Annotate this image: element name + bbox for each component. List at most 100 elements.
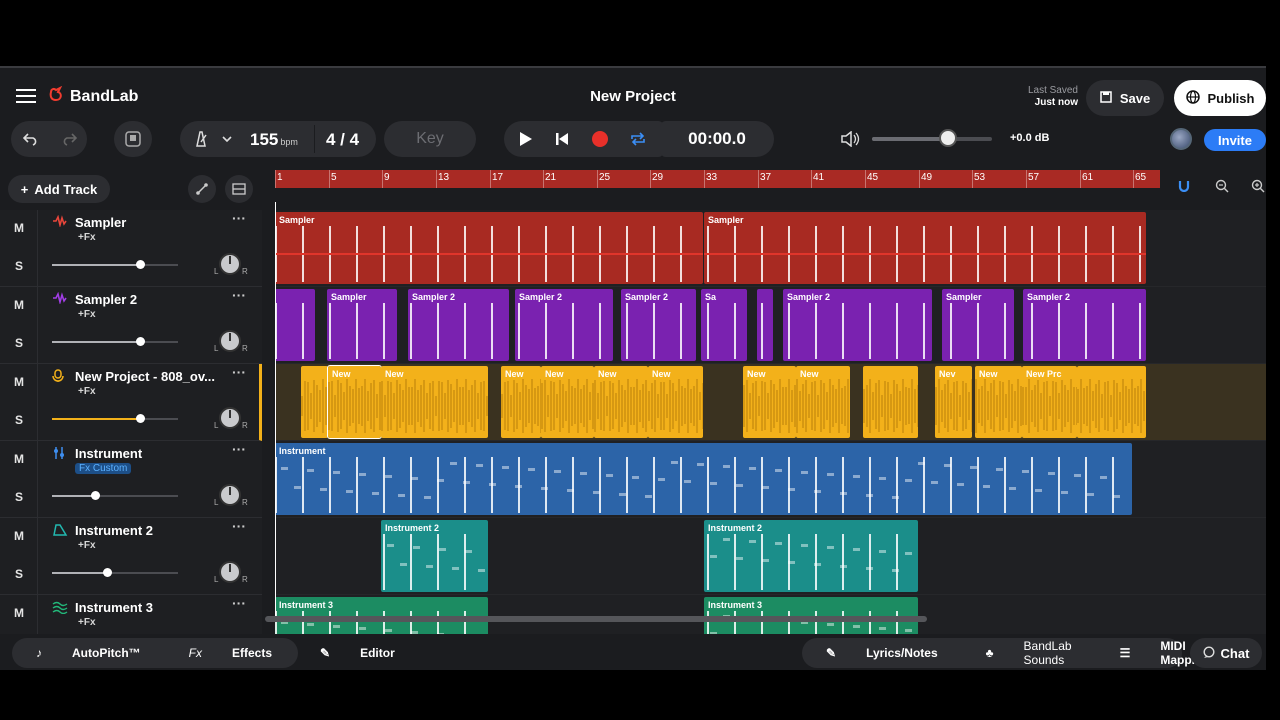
editor-button[interactable]: ✎ Editor xyxy=(296,646,419,660)
clip[interactable]: Sa xyxy=(701,289,747,361)
clip[interactable]: Instrument xyxy=(275,443,1132,515)
clip[interactable]: New xyxy=(541,366,594,438)
autopitch-button[interactable]: ♪ AutoPitch™ xyxy=(12,646,165,660)
track-header[interactable]: M S Instrument 2 +Fx ··· L R xyxy=(0,518,262,595)
pan-knob[interactable] xyxy=(219,407,241,429)
more-options-icon[interactable]: ··· xyxy=(232,441,246,457)
time-signature[interactable]: 4 / 4 xyxy=(326,130,359,150)
mute-button[interactable]: M xyxy=(0,221,38,235)
clip[interactable]: New xyxy=(648,366,703,438)
save-button[interactable]: Save xyxy=(1086,80,1164,116)
publish-button[interactable]: Publish xyxy=(1174,80,1266,116)
clip[interactable]: Sampler 2 xyxy=(408,289,509,361)
mute-button[interactable]: M xyxy=(0,606,38,620)
clip[interactable]: Sampler 2 xyxy=(1023,289,1146,361)
clip[interactable] xyxy=(757,289,773,361)
chevron-down-icon[interactable] xyxy=(218,130,236,148)
undo-icon[interactable] xyxy=(18,126,44,152)
more-options-icon[interactable]: ··· xyxy=(232,364,246,380)
track-settings-icon[interactable] xyxy=(225,175,253,203)
chat-button[interactable]: Chat xyxy=(1190,638,1262,668)
clip[interactable]: Sampler xyxy=(704,212,1146,284)
skip-back-icon[interactable] xyxy=(550,128,574,150)
pan-knob[interactable] xyxy=(219,330,241,352)
track-fx-button[interactable]: +Fx xyxy=(78,309,96,320)
track-fx-button[interactable]: Fx Custom xyxy=(75,463,132,474)
clip[interactable] xyxy=(1077,366,1146,438)
mute-button[interactable]: M xyxy=(0,452,38,466)
track-name[interactable]: Instrument xyxy=(75,446,142,461)
mute-button[interactable]: M xyxy=(0,298,38,312)
clip[interactable] xyxy=(301,366,328,438)
clip[interactable]: Sampler xyxy=(942,289,1014,361)
lane-sampler-2[interactable]: Sampler Sampler 2 Sampler 2 Sampler 2 Sa Samp… xyxy=(275,287,1266,364)
bandlab-logo[interactable]: BandLab xyxy=(48,85,138,107)
mute-button[interactable]: M xyxy=(0,529,38,543)
track-name[interactable]: Sampler 2 xyxy=(75,292,137,307)
track-volume-handle[interactable] xyxy=(103,568,112,577)
playhead[interactable] xyxy=(275,202,276,620)
clip[interactable]: Instrument 2 xyxy=(381,520,488,592)
pan-knob[interactable] xyxy=(219,561,241,583)
zoom-out-icon[interactable] xyxy=(1214,178,1230,194)
clip[interactable]: New xyxy=(975,366,1022,438)
clip[interactable]: New xyxy=(594,366,648,438)
pan-knob[interactable] xyxy=(219,484,241,506)
clip[interactable]: New Prc xyxy=(1022,366,1077,438)
clip[interactable]: New xyxy=(796,366,850,438)
lane-sampler[interactable]: Sampler Sampler xyxy=(275,210,1266,287)
clip[interactable]: New xyxy=(327,365,382,439)
redo-icon[interactable] xyxy=(56,126,82,152)
track-volume-handle[interactable] xyxy=(136,337,145,346)
clip[interactable]: New xyxy=(381,366,488,438)
solo-button[interactable]: S xyxy=(0,413,38,427)
key-button[interactable]: Key xyxy=(384,121,476,157)
track-fx-button[interactable]: +Fx xyxy=(78,617,96,628)
more-options-icon[interactable]: ··· xyxy=(232,210,246,226)
more-options-icon[interactable]: ··· xyxy=(232,595,246,611)
project-title[interactable]: New Project xyxy=(590,88,676,105)
track-fx-button[interactable]: +Fx xyxy=(78,540,96,551)
more-options-icon[interactable]: ··· xyxy=(232,287,246,303)
timeline-ruler[interactable]: 1 5 9 13 17 21 25 29 33 37 41 45 49 53 57 61 65 xyxy=(275,170,1160,188)
tempo-display[interactable]: 155 bpm xyxy=(250,130,298,150)
track-fx-button[interactable]: +Fx xyxy=(78,386,96,397)
track-name[interactable]: Sampler xyxy=(75,215,126,230)
automation-icon[interactable] xyxy=(188,175,216,203)
clip[interactable]: Sampler xyxy=(327,289,397,361)
avatar[interactable] xyxy=(1170,128,1192,150)
track-volume-handle[interactable] xyxy=(91,491,100,500)
master-volume-handle[interactable] xyxy=(939,129,957,147)
effects-button[interactable]: Fx Effects xyxy=(165,646,296,660)
lane-instrument[interactable]: Instrument xyxy=(275,441,1266,518)
solo-button[interactable]: S xyxy=(0,490,38,504)
snap-magnet-icon[interactable] xyxy=(1176,178,1192,194)
metronome-icon[interactable] xyxy=(190,128,212,150)
clip[interactable]: Instrument 2 xyxy=(704,520,918,592)
track-header[interactable]: M S Sampler +Fx ··· L R xyxy=(0,210,262,287)
lane-instrument-2[interactable]: Instrument 2 Instrument 2 xyxy=(275,518,1266,595)
lane-808[interactable]: New New New New New New New New Nev New New Prc xyxy=(275,364,1266,441)
menu-icon[interactable] xyxy=(14,86,38,106)
track-header[interactable]: M S Sampler 2 +Fx ··· L R xyxy=(0,287,262,364)
track-volume-handle[interactable] xyxy=(136,260,145,269)
solo-button[interactable]: S xyxy=(0,567,38,581)
play-icon[interactable] xyxy=(514,128,538,150)
pan-knob[interactable] xyxy=(219,253,241,275)
track-header[interactable]: M S New Project - 808_ov... +Fx ··· L R xyxy=(0,364,262,441)
speaker-icon[interactable] xyxy=(838,128,864,150)
zoom-in-icon[interactable] xyxy=(1250,178,1266,194)
track-name[interactable]: New Project - 808_ov... xyxy=(75,369,215,384)
solo-button[interactable]: S xyxy=(0,336,38,350)
clip[interactable]: Sampler 2 xyxy=(621,289,696,361)
more-options-icon[interactable]: ··· xyxy=(232,518,246,534)
clip[interactable]: Sampler 2 xyxy=(515,289,613,361)
solo-button[interactable]: S xyxy=(0,259,38,273)
add-track-button[interactable]: + Add Track xyxy=(8,175,110,203)
horizontal-scrollbar[interactable] xyxy=(265,616,927,622)
clip[interactable]: Sampler 2 xyxy=(783,289,932,361)
clip[interactable]: New xyxy=(501,366,541,438)
track-header[interactable]: M S Instrument Fx Custom ··· L R xyxy=(0,441,262,518)
mute-button[interactable]: M xyxy=(0,375,38,389)
invite-button[interactable]: Invite xyxy=(1204,129,1266,151)
